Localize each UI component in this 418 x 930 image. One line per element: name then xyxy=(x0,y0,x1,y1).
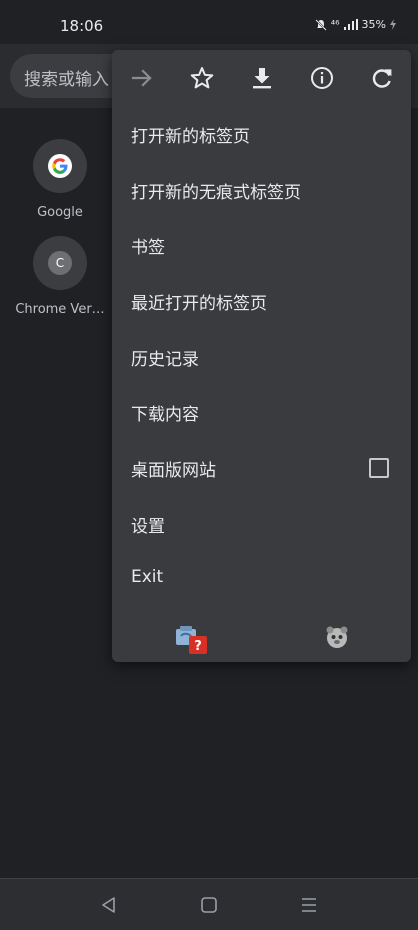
menu-item-label: Exit xyxy=(131,567,164,587)
omnibox-placeholder: 搜索或输入 xyxy=(24,70,109,90)
download-icon[interactable] xyxy=(248,64,276,92)
tile-chrome-ver-circle: C xyxy=(33,236,87,290)
menu-item-desktop-site[interactable]: 桌面版网站 xyxy=(112,441,411,495)
battery-label: 35% xyxy=(361,18,386,31)
menu-extension-row: ? xyxy=(112,612,411,656)
menu-item-label: 下载内容 xyxy=(131,405,199,425)
back-icon[interactable] xyxy=(97,893,121,917)
letter-c-icon: C xyxy=(48,251,72,275)
network-type-label: ⁴⁶ xyxy=(330,18,340,31)
menu-item-label: 设置 xyxy=(131,517,165,537)
system-nav-bar xyxy=(0,878,418,930)
tile-label: Google xyxy=(37,205,83,220)
menu-item-label: 桌面版网站 xyxy=(131,461,216,481)
tile-chrome-ver[interactable]: C Chrome Ver… xyxy=(10,236,110,317)
refresh-icon[interactable] xyxy=(368,64,396,92)
menu-item-downloads[interactable]: 下载内容 xyxy=(112,385,411,439)
menu-item-label: 打开新的无痕式标签页 xyxy=(131,183,301,203)
forward-arrow-icon[interactable] xyxy=(128,64,156,92)
menu-item-label: 历史记录 xyxy=(131,350,199,370)
menu-item-recent-tabs[interactable]: 最近打开的标签页 xyxy=(112,274,411,328)
status-bar: 18:06 ⁴⁶ 35% xyxy=(0,0,418,50)
menu-item-label: 书签 xyxy=(131,238,165,258)
menu-item-bookmarks[interactable]: 书签 xyxy=(112,218,411,272)
help-badge-text: ? xyxy=(194,639,202,654)
tile-google-circle xyxy=(33,139,87,193)
google-g-icon xyxy=(48,154,72,178)
menu-item-label: 最近打开的标签页 xyxy=(131,294,267,314)
tile-label: Chrome Ver… xyxy=(15,302,105,317)
desktop-site-checkbox[interactable] xyxy=(369,458,389,478)
menu-item-exit[interactable]: Exit xyxy=(112,552,411,606)
menu-item-settings[interactable]: 设置 xyxy=(112,497,411,551)
signal-icon xyxy=(343,19,358,30)
menu-item-history[interactable]: 历史记录 xyxy=(112,330,411,384)
recents-menu-icon[interactable] xyxy=(297,893,321,917)
menu-item-new-incognito-tab[interactable]: 打开新的无痕式标签页 xyxy=(112,163,411,217)
star-icon[interactable] xyxy=(188,64,216,92)
status-time: 18:06 xyxy=(60,17,104,35)
info-icon[interactable] xyxy=(308,64,336,92)
tile-google[interactable]: Google xyxy=(10,139,110,220)
mute-bell-icon xyxy=(315,18,327,31)
menu-icon-row xyxy=(112,50,411,106)
menu-item-label: 打开新的标签页 xyxy=(131,127,250,147)
status-icons: ⁴⁶ 35% xyxy=(315,18,396,31)
extension-help-icon[interactable]: ? xyxy=(173,622,209,658)
charging-icon xyxy=(390,19,396,30)
home-icon[interactable] xyxy=(197,893,221,917)
app-menu: 打开新的标签页 打开新的无痕式标签页 书签 最近打开的标签页 历史记录 下载内容… xyxy=(112,50,411,662)
menu-item-new-tab[interactable]: 打开新的标签页 xyxy=(112,107,411,161)
extension-animal-icon[interactable] xyxy=(324,624,350,650)
